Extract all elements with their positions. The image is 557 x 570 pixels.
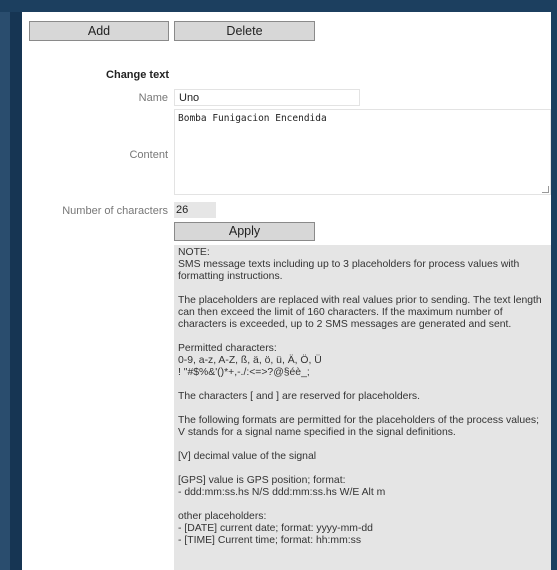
window-left-shadow [10,12,22,570]
name-label: Name [138,92,168,104]
time-line: - [TIME] Current time; format: hh:mm:ss [178,535,362,546]
window-right-border [551,12,557,570]
character-count-label: Number of characters [62,205,168,217]
permitted-line-1: 0-9, a-z, A-Z, ß, ä, ö, ü, Ä, Ö, Ü [178,355,322,366]
note-placeholders-info: The placeholders are replaced with real … [178,295,542,330]
content-text: Bomba Funigacion Encendida [178,113,327,124]
note-intro: SMS message texts including up to 3 plac… [178,259,520,282]
permitted-line-2: ! "#$%&'()*+,-./:<=>?@§éè_; [178,367,310,378]
window-top-border [0,0,557,12]
text-editor-panel: Add Delete Change text Name Uno Content … [22,12,551,570]
gps-line-1: [GPS] value is GPS position; format: [178,475,346,486]
content-textarea[interactable]: Bomba Funigacion Encendida [174,109,551,195]
content-label: Content [129,149,168,161]
name-input[interactable]: Uno [174,89,360,106]
note-panel: NOTE: SMS message texts including up to … [174,245,551,570]
permitted-title: Permitted characters: [178,343,277,354]
delete-button[interactable]: Delete [174,21,315,41]
note-formats: The following formats are permitted for … [178,415,539,438]
add-button[interactable]: Add [29,21,169,41]
section-title: Change text [106,69,169,81]
resize-handle[interactable] [542,186,549,193]
note-v-format: [V] decimal value of the signal [178,451,317,462]
date-line: - [DATE] current date; format: yyyy-mm-d… [178,523,373,534]
character-count-value: 26 [174,202,216,218]
other-title: other placeholders: [178,511,267,522]
apply-button[interactable]: Apply [174,222,315,241]
gps-line-2: - ddd:mm:ss.hs N/S ddd:mm:ss.hs W/E Alt … [178,487,386,498]
note-heading: NOTE: [178,247,210,258]
note-permitted-characters: Permitted characters: 0-9, a-z, A-Z, ß, … [178,343,547,379]
note-gps: [GPS] value is GPS position; format: - d… [178,475,547,499]
note-reserved: The characters [ and ] are reserved for … [178,391,420,402]
note-other-placeholders: other placeholders: - [DATE] current dat… [178,511,547,547]
